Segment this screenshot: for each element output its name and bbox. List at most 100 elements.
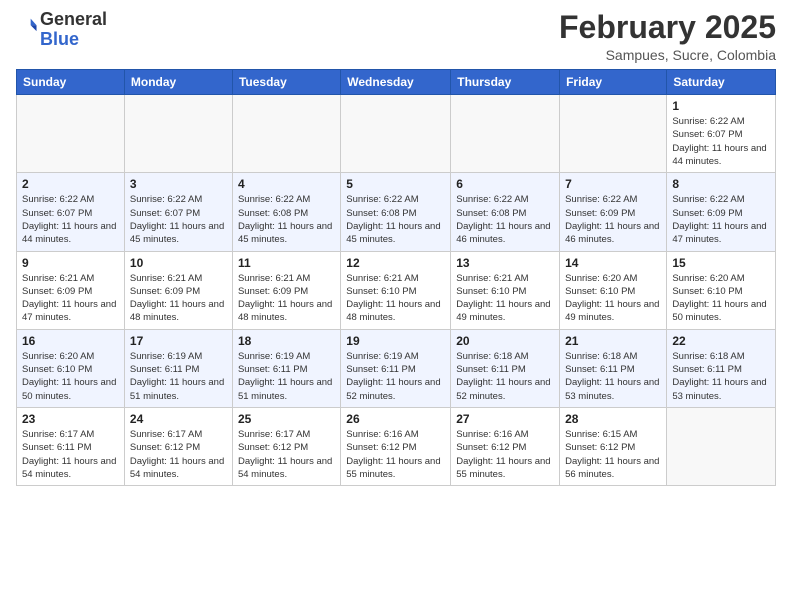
day-info: Sunrise: 6:22 AMSunset: 6:09 PMDaylight:… [672,193,770,246]
day-info: Sunrise: 6:22 AMSunset: 6:08 PMDaylight:… [456,193,554,246]
day-info: Sunrise: 6:19 AMSunset: 6:11 PMDaylight:… [130,350,227,403]
day-info: Sunrise: 6:21 AMSunset: 6:09 PMDaylight:… [22,272,119,325]
table-row: 28 Sunrise: 6:15 AMSunset: 6:12 PMDayligh… [560,407,667,485]
calendar: Sunday Monday Tuesday Wednesday Thursday… [16,69,776,486]
table-row: 26 Sunrise: 6:16 AMSunset: 6:12 PMDayligh… [341,407,451,485]
col-wednesday: Wednesday [341,70,451,95]
table-row: 1 Sunrise: 6:22 AMSunset: 6:07 PMDaylight… [667,95,776,173]
table-row: 10 Sunrise: 6:21 AMSunset: 6:09 PMDayligh… [124,251,232,329]
day-info: Sunrise: 6:20 AMSunset: 6:10 PMDaylight:… [22,350,119,403]
calendar-week-row: 2 Sunrise: 6:22 AMSunset: 6:07 PMDaylight… [17,173,776,251]
table-row [341,95,451,173]
table-row: 25 Sunrise: 6:17 AMSunset: 6:12 PMDayligh… [232,407,340,485]
day-number: 28 [565,412,661,426]
day-info: Sunrise: 6:22 AMSunset: 6:08 PMDaylight:… [346,193,445,246]
table-row: 4 Sunrise: 6:22 AMSunset: 6:08 PMDaylight… [232,173,340,251]
day-info: Sunrise: 6:19 AMSunset: 6:11 PMDaylight:… [346,350,445,403]
day-info: Sunrise: 6:19 AMSunset: 6:11 PMDaylight:… [238,350,335,403]
day-info: Sunrise: 6:22 AMSunset: 6:08 PMDaylight:… [238,193,335,246]
day-number: 7 [565,177,661,191]
logo-text: General Blue [40,10,107,50]
table-row: 11 Sunrise: 6:21 AMSunset: 6:09 PMDayligh… [232,251,340,329]
table-row: 13 Sunrise: 6:21 AMSunset: 6:10 PMDayligh… [451,251,560,329]
table-row: 24 Sunrise: 6:17 AMSunset: 6:12 PMDayligh… [124,407,232,485]
table-row: 27 Sunrise: 6:16 AMSunset: 6:12 PMDayligh… [451,407,560,485]
day-info: Sunrise: 6:17 AMSunset: 6:12 PMDaylight:… [130,428,227,481]
day-number: 26 [346,412,445,426]
day-number: 2 [22,177,119,191]
day-info: Sunrise: 6:22 AMSunset: 6:07 PMDaylight:… [130,193,227,246]
day-info: Sunrise: 6:21 AMSunset: 6:09 PMDaylight:… [238,272,335,325]
month-title: February 2025 [559,10,776,45]
col-sunday: Sunday [17,70,125,95]
day-number: 25 [238,412,335,426]
table-row: 12Sunrise: 6:21 AMSunset: 6:10 PMDayligh… [341,251,451,329]
table-row [560,95,667,173]
day-number: 6 [456,177,554,191]
day-number: 16 [22,334,119,348]
day-info: Sunrise: 6:21 AMSunset: 6:10 PMDaylight:… [346,272,445,325]
table-row: 21Sunrise: 6:18 AMSunset: 6:11 PMDayligh… [560,329,667,407]
day-info: Sunrise: 6:16 AMSunset: 6:12 PMDaylight:… [346,428,445,481]
table-row: 15 Sunrise: 6:20 AMSunset: 6:10 PMDayligh… [667,251,776,329]
day-number: 23 [22,412,119,426]
day-number: 13 [456,256,554,270]
calendar-week-row: 1 Sunrise: 6:22 AMSunset: 6:07 PMDaylight… [17,95,776,173]
header: General Blue February 2025 Sampues, Sucr… [16,10,776,63]
day-info: Sunrise: 6:17 AMSunset: 6:11 PMDaylight:… [22,428,119,481]
table-row: 23 Sunrise: 6:17 AMSunset: 6:11 PMDayligh… [17,407,125,485]
col-monday: Monday [124,70,232,95]
table-row: 6 Sunrise: 6:22 AMSunset: 6:08 PMDaylight… [451,173,560,251]
day-info: Sunrise: 6:21 AMSunset: 6:09 PMDaylight:… [130,272,227,325]
table-row: 2 Sunrise: 6:22 AMSunset: 6:07 PMDaylight… [17,173,125,251]
day-info: Sunrise: 6:20 AMSunset: 6:10 PMDaylight:… [565,272,661,325]
table-row: 19Sunrise: 6:19 AMSunset: 6:11 PMDayligh… [341,329,451,407]
col-saturday: Saturday [667,70,776,95]
day-number: 14 [565,256,661,270]
day-info: Sunrise: 6:20 AMSunset: 6:10 PMDaylight:… [672,272,770,325]
day-info: Sunrise: 6:16 AMSunset: 6:12 PMDaylight:… [456,428,554,481]
day-info: Sunrise: 6:15 AMSunset: 6:12 PMDaylight:… [565,428,661,481]
day-number: 1 [672,99,770,113]
table-row [124,95,232,173]
logo: General Blue [16,10,107,50]
day-info: Sunrise: 6:21 AMSunset: 6:10 PMDaylight:… [456,272,554,325]
day-number: 24 [130,412,227,426]
table-row: 22 Sunrise: 6:18 AMSunset: 6:11 PMDayligh… [667,329,776,407]
day-number: 20 [456,334,554,348]
calendar-week-row: 9Sunrise: 6:21 AMSunset: 6:09 PMDaylight… [17,251,776,329]
day-info: Sunrise: 6:22 AMSunset: 6:07 PMDaylight:… [22,193,119,246]
day-info: Sunrise: 6:22 AMSunset: 6:09 PMDaylight:… [565,193,661,246]
table-row: 8Sunrise: 6:22 AMSunset: 6:09 PMDaylight… [667,173,776,251]
table-row: 20Sunrise: 6:18 AMSunset: 6:11 PMDayligh… [451,329,560,407]
table-row [451,95,560,173]
day-number: 15 [672,256,770,270]
col-friday: Friday [560,70,667,95]
day-number: 27 [456,412,554,426]
table-row: 7 Sunrise: 6:22 AMSunset: 6:09 PMDaylight… [560,173,667,251]
page: General Blue February 2025 Sampues, Sucr… [0,0,792,612]
day-info: Sunrise: 6:18 AMSunset: 6:11 PMDaylight:… [672,350,770,403]
table-row [232,95,340,173]
day-number: 5 [346,177,445,191]
day-info: Sunrise: 6:17 AMSunset: 6:12 PMDaylight:… [238,428,335,481]
table-row: 9Sunrise: 6:21 AMSunset: 6:09 PMDaylight… [17,251,125,329]
table-row: 16 Sunrise: 6:20 AMSunset: 6:10 PMDayligh… [17,329,125,407]
day-number: 18 [238,334,335,348]
calendar-week-row: 23 Sunrise: 6:17 AMSunset: 6:11 PMDayligh… [17,407,776,485]
day-info: Sunrise: 6:22 AMSunset: 6:07 PMDaylight:… [672,115,770,168]
day-number: 22 [672,334,770,348]
calendar-header-row: Sunday Monday Tuesday Wednesday Thursday… [17,70,776,95]
table-row: 14 Sunrise: 6:20 AMSunset: 6:10 PMDayligh… [560,251,667,329]
table-row [17,95,125,173]
day-number: 17 [130,334,227,348]
day-number: 11 [238,256,335,270]
table-row: 17 Sunrise: 6:19 AMSunset: 6:11 PMDayligh… [124,329,232,407]
location: Sampues, Sucre, Colombia [559,47,776,63]
logo-icon [16,15,38,37]
day-number: 10 [130,256,227,270]
day-number: 4 [238,177,335,191]
table-row: 3 Sunrise: 6:22 AMSunset: 6:07 PMDaylight… [124,173,232,251]
day-info: Sunrise: 6:18 AMSunset: 6:11 PMDaylight:… [565,350,661,403]
day-number: 3 [130,177,227,191]
